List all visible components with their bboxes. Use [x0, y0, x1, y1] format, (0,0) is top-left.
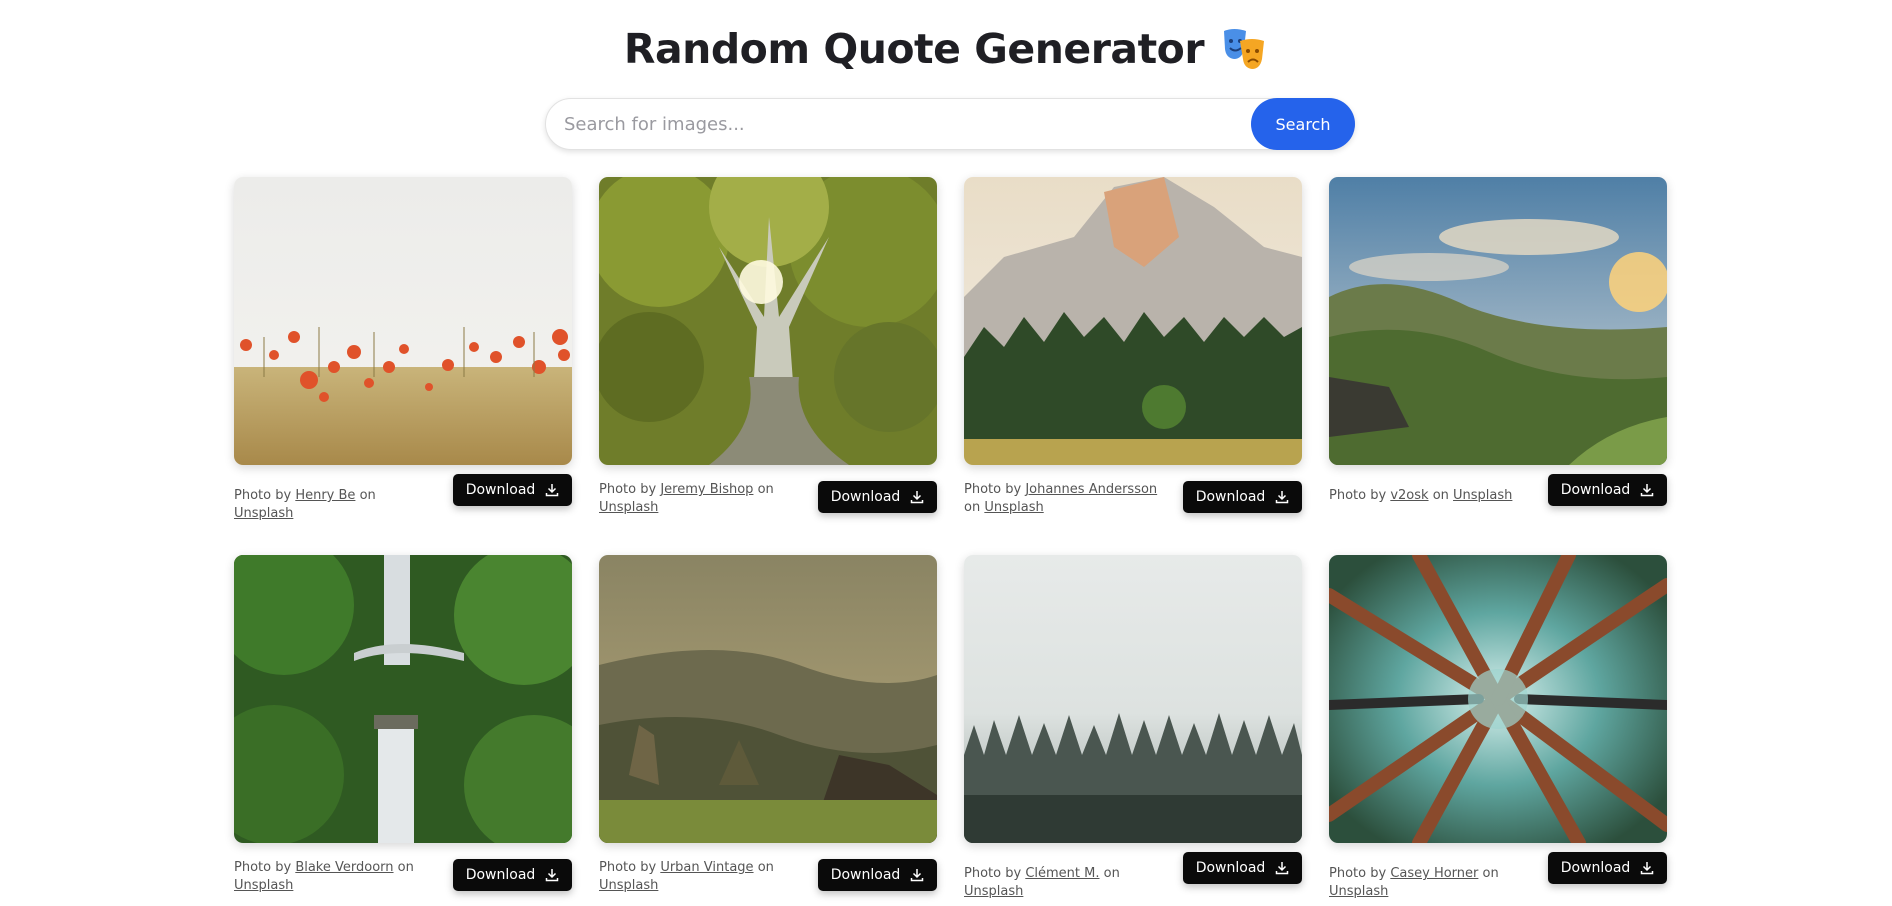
search-button[interactable]: Search: [1251, 98, 1355, 150]
author-link[interactable]: Jeremy Bishop: [660, 482, 753, 497]
author-link[interactable]: Casey Horner: [1390, 866, 1478, 881]
photo[interactable]: [599, 177, 937, 465]
photo-credit: Photo by Johannes Andersson on Unsplash: [964, 482, 1158, 515]
author-link[interactable]: Johannes Andersson: [1025, 482, 1157, 497]
image-card: Photo by v2osk on Unsplash Download: [1329, 177, 1667, 525]
download-button[interactable]: Download: [453, 859, 572, 891]
download-icon: [1641, 862, 1654, 875]
photo[interactable]: [964, 177, 1302, 465]
source-link[interactable]: Unsplash: [1329, 884, 1388, 899]
photo-credit: Photo by Jeremy Bishop on Unsplash: [599, 482, 774, 515]
download-button[interactable]: Download: [1548, 474, 1667, 506]
search-bar: Search: [545, 98, 1355, 150]
download-icon: [1641, 484, 1654, 497]
photo[interactable]: [1329, 555, 1667, 843]
source-link[interactable]: Unsplash: [599, 878, 658, 893]
source-link[interactable]: Unsplash: [599, 500, 658, 515]
download-icon: [1276, 862, 1289, 875]
image-card: Photo by Henry Be on Unsplash Download: [234, 177, 572, 525]
image-card: Photo by Urban Vintage on Unsplash Downl…: [599, 555, 937, 903]
photo-credit: Photo by v2osk on Unsplash: [1329, 488, 1513, 503]
author-link[interactable]: Blake Verdoorn: [295, 860, 393, 875]
photo-credit: Photo by Clément M. on Unsplash: [964, 866, 1120, 899]
source-link[interactable]: Unsplash: [234, 506, 293, 521]
search-input[interactable]: [545, 98, 1355, 150]
download-button[interactable]: Download: [818, 859, 937, 891]
download-icon: [546, 869, 559, 882]
source-link[interactable]: Unsplash: [1453, 488, 1512, 503]
photo[interactable]: [599, 555, 937, 843]
theater-masks-icon: [1224, 29, 1265, 69]
image-card: Photo by Johannes Andersson on Unsplash …: [964, 177, 1302, 525]
download-icon: [911, 491, 924, 504]
photo-credit: Photo by Urban Vintage on Unsplash: [599, 860, 774, 893]
photo[interactable]: [234, 177, 572, 465]
image-card: Photo by Blake Verdoorn on Unsplash Down…: [234, 555, 572, 903]
author-link[interactable]: Urban Vintage: [660, 860, 753, 875]
author-link[interactable]: Henry Be: [295, 488, 355, 503]
photo-credit: Photo by Henry Be on Unsplash: [234, 488, 376, 521]
photo[interactable]: [234, 555, 572, 843]
download-icon: [546, 484, 559, 497]
author-link[interactable]: v2osk: [1390, 488, 1428, 503]
source-link[interactable]: Unsplash: [984, 500, 1043, 515]
image-card: Photo by Clément M. on Unsplash Download: [964, 555, 1302, 903]
author-link[interactable]: Clément M.: [1025, 866, 1099, 881]
page-title: Random Quote Generator: [623, 25, 1205, 73]
download-button[interactable]: Download: [453, 474, 572, 506]
image-card: Photo by Jeremy Bishop on Unsplash Downl…: [599, 177, 937, 525]
photo-credit: Photo by Casey Horner on Unsplash: [1329, 866, 1499, 899]
download-button[interactable]: Download: [818, 481, 937, 513]
photo[interactable]: [964, 555, 1302, 843]
download-button[interactable]: Download: [1183, 481, 1302, 513]
image-card: Photo by Casey Horner on Unsplash Downlo…: [1329, 555, 1667, 903]
download-icon: [911, 869, 924, 882]
download-button[interactable]: Download: [1548, 852, 1667, 884]
download-button[interactable]: Download: [1183, 852, 1302, 884]
photo-credit: Photo by Blake Verdoorn on Unsplash: [234, 860, 414, 893]
source-link[interactable]: Unsplash: [234, 878, 293, 893]
app-header: Random Quote Generator: [0, 0, 1892, 98]
photo[interactable]: [1329, 177, 1667, 465]
source-link[interactable]: Unsplash: [964, 884, 1023, 899]
download-icon: [1276, 491, 1289, 504]
